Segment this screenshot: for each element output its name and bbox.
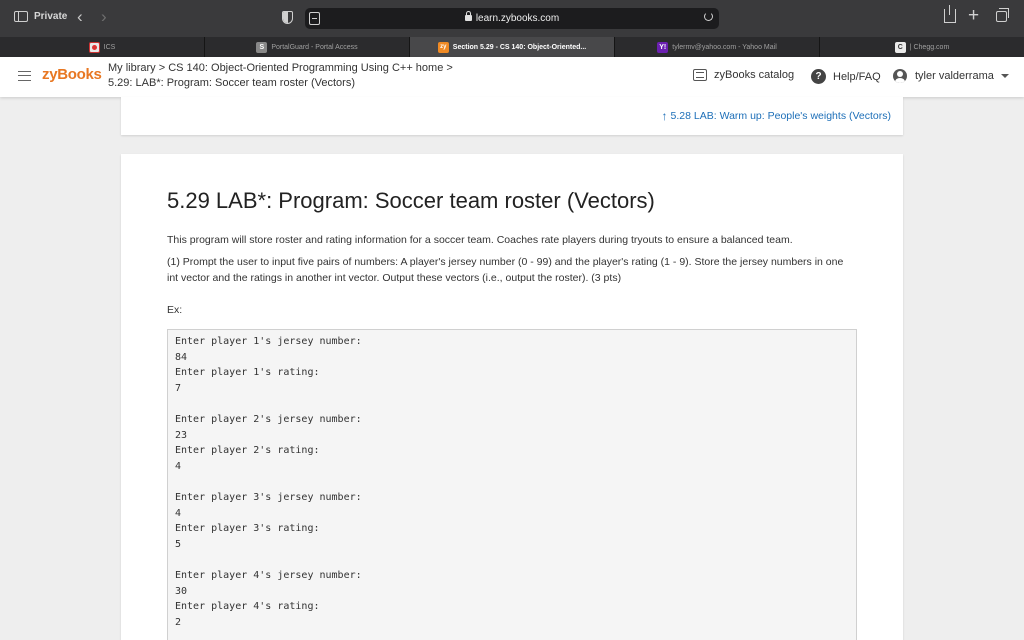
- back-icon[interactable]: ‹: [77, 7, 83, 27]
- tab-label: ICS: [103, 43, 116, 51]
- tab-chegg[interactable]: C | Chegg.com: [820, 37, 1024, 57]
- example-output-line: [175, 396, 849, 412]
- example-output-line: 7: [175, 382, 182, 394]
- sidebar-icon[interactable]: [14, 11, 28, 22]
- example-output-line: [175, 474, 849, 490]
- example-output-line: 23: [175, 429, 188, 441]
- example-output-line: 30: [175, 585, 188, 597]
- zybooks-favicon-icon: zy: [437, 41, 449, 53]
- example-output-box: Enter player 1's jersey number: 84 Enter p…: [167, 329, 857, 640]
- example-output-line: Enter player 4's rating:: [175, 601, 320, 613]
- address-bar[interactable]: learn.zybooks.com: [305, 8, 719, 29]
- breadcrumb[interactable]: My library > CS 140: Object-Oriented Pro…: [108, 62, 453, 74]
- previous-section-label: 5.28 LAB: Warm up: People's weights (Vec…: [670, 110, 891, 122]
- private-browsing-indicator[interactable]: Private: [14, 11, 67, 22]
- example-output-line: 4: [175, 460, 182, 472]
- previous-section-link[interactable]: ↑ 5.28 LAB: Warm up: People's weights (V…: [662, 110, 891, 122]
- zybooks-logo[interactable]: zyBooks: [42, 66, 102, 83]
- example-output-line: Enter player 4's jersey number:: [175, 569, 362, 581]
- tab-overview-icon[interactable]: [996, 8, 1009, 22]
- user-avatar-icon: [893, 69, 907, 83]
- page-title: 5.29 LAB*: Program: Soccer team roster (…: [167, 188, 655, 213]
- menu-icon[interactable]: [18, 71, 31, 81]
- example-output-line: Enter player 2's rating:: [175, 445, 320, 457]
- tab-label: PortalGuard - Portal Access: [271, 43, 358, 51]
- tab-yahoo-mail[interactable]: Y! tylermv@yahoo.com - Yahoo Mail: [615, 37, 820, 57]
- example-output-line: 84: [175, 351, 188, 363]
- yahoo-favicon-icon: Y!: [657, 41, 669, 53]
- share-icon[interactable]: [944, 5, 956, 23]
- tab-bar: ICS S PortalGuard - Portal Access zy Sec…: [0, 37, 1024, 57]
- browser-toolbar: Private ‹ › learn.zybooks.com +: [0, 0, 1024, 37]
- tab-label: tylermv@yahoo.com - Yahoo Mail: [672, 43, 777, 51]
- example-label: Ex:: [167, 304, 183, 316]
- private-label: Private: [34, 11, 68, 22]
- reload-icon[interactable]: [704, 12, 713, 21]
- user-name: tyler valderrama: [915, 70, 994, 82]
- tab-portalguard[interactable]: S PortalGuard - Portal Access: [205, 37, 410, 57]
- example-output-line: Enter player 3's jersey number:: [175, 491, 362, 503]
- example-output-line: Enter player 1's rating:: [175, 367, 320, 379]
- tab-label: Section 5.29 - CS 140: Object-Oriented..…: [452, 43, 587, 51]
- example-output-line: 4: [175, 507, 182, 519]
- portalguard-favicon-icon: S: [256, 41, 268, 53]
- user-menu[interactable]: tyler valderrama: [893, 69, 1009, 83]
- privacy-shield-icon[interactable]: [282, 11, 293, 24]
- example-output-line: 2: [175, 616, 182, 628]
- tab-zybooks-section[interactable]: zy Section 5.29 - CS 140: Object-Oriente…: [410, 37, 615, 57]
- example-output-line: Enter player 3's rating:: [175, 523, 320, 535]
- new-tab-icon[interactable]: +: [968, 5, 979, 27]
- chevron-down-icon: [1000, 74, 1009, 78]
- forward-icon[interactable]: ›: [101, 7, 107, 27]
- tab-label: | Chegg.com: [909, 43, 950, 51]
- chegg-favicon-icon: C: [894, 41, 906, 53]
- url-display: learn.zybooks.com: [305, 11, 719, 24]
- example-output-line: Enter player 1's jersey number:: [175, 336, 362, 347]
- zybooks-catalog-link[interactable]: zyBooks catalog: [693, 69, 794, 81]
- lock-icon: [464, 11, 472, 21]
- help-label: Help/FAQ: [833, 70, 881, 83]
- example-output-line: [175, 552, 849, 568]
- catalog-icon: [693, 69, 707, 81]
- step1-paragraph: (1) Prompt the user to input five pairs …: [167, 256, 844, 284]
- intro-paragraph: This program will store roster and ratin…: [167, 234, 793, 246]
- catalog-label: zyBooks catalog: [714, 69, 795, 81]
- example-output-line: Enter player 2's jersey number:: [175, 413, 362, 425]
- url-text: learn.zybooks.com: [475, 13, 560, 24]
- arrow-up-icon: ↑: [661, 109, 668, 123]
- example-output-line: 5: [175, 538, 182, 550]
- ics-favicon-icon: [88, 41, 100, 53]
- zybooks-header: zyBooks My library > CS 140: Object-Orie…: [0, 57, 1024, 97]
- previous-section-card: ↑ 5.28 LAB: Warm up: People's weights (V…: [121, 97, 903, 135]
- section-content-card: 5.29 LAB*: Program: Soccer team roster (…: [121, 154, 903, 640]
- help-faq-link[interactable]: ? Help/FAQ: [811, 69, 881, 84]
- tab-ics[interactable]: ICS: [0, 37, 205, 57]
- breadcrumb-current: 5.29: LAB*: Program: Soccer team roster …: [108, 77, 355, 89]
- help-icon: ?: [811, 69, 826, 84]
